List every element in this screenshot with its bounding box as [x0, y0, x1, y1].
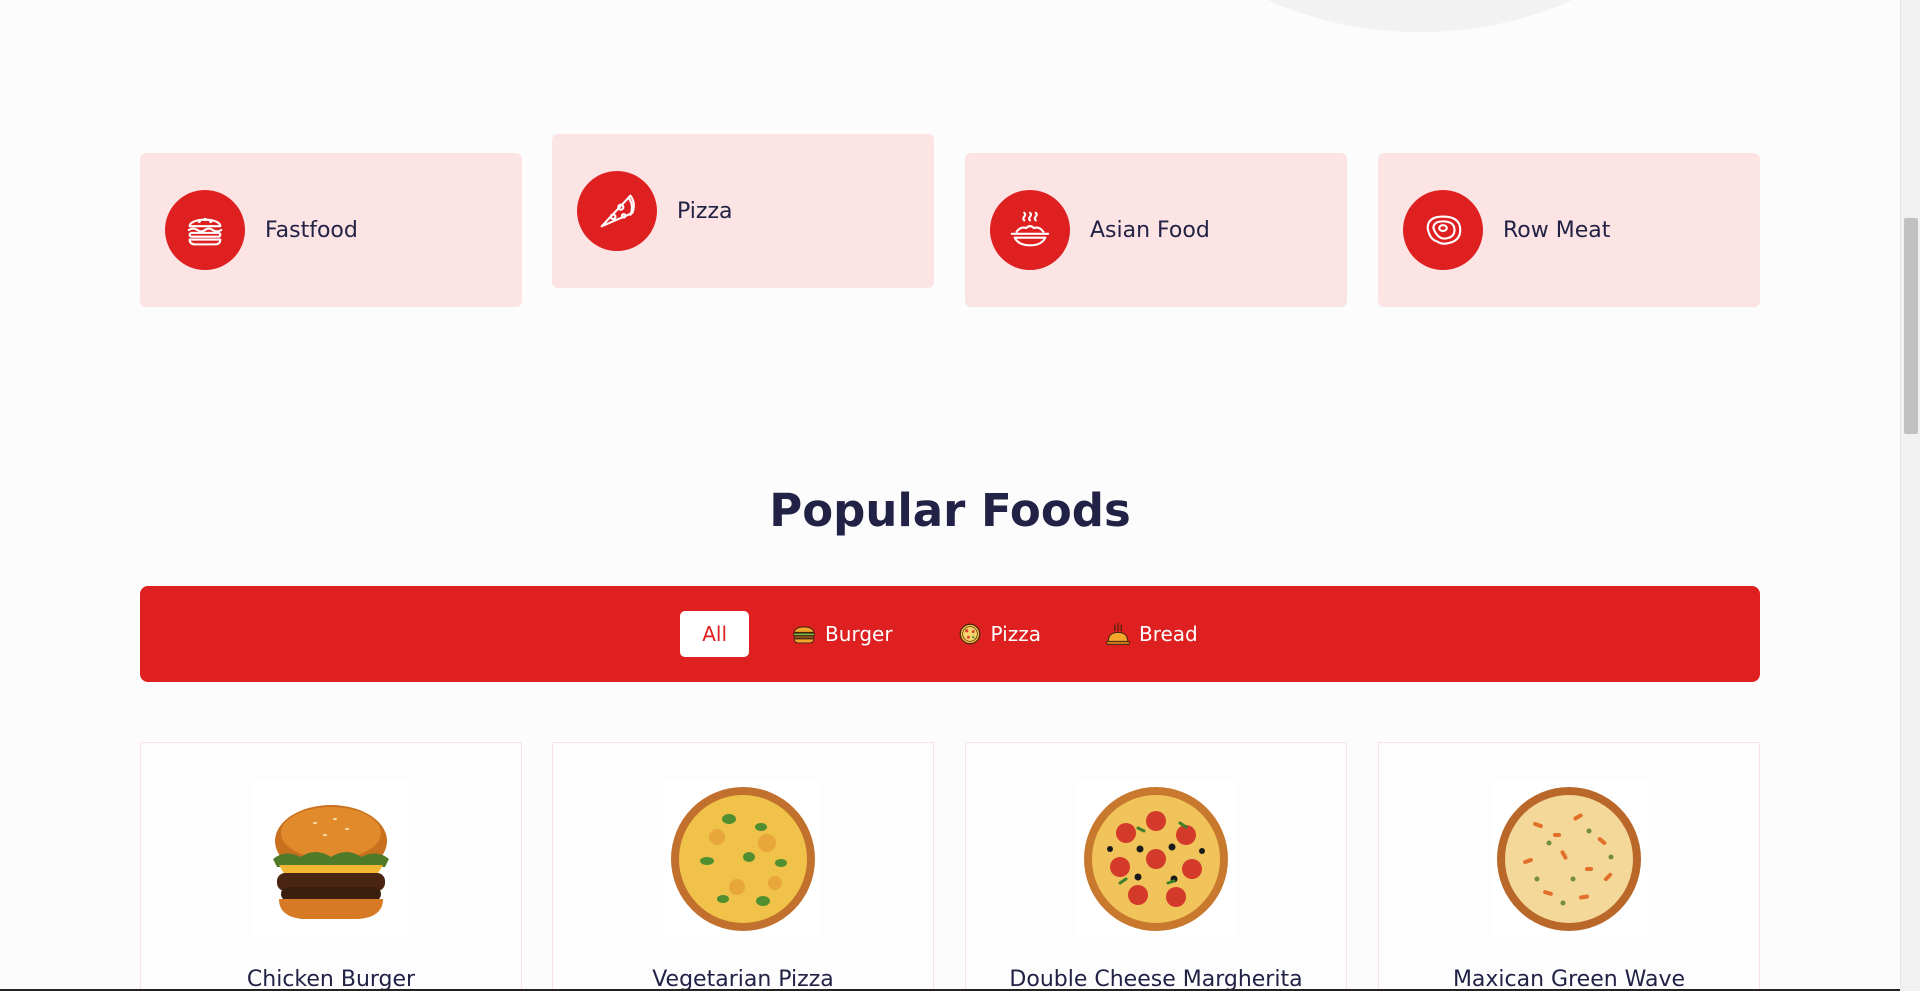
burger-image — [273, 805, 389, 919]
steak-icon — [1403, 190, 1483, 270]
vegetarian-pizza-image — [671, 787, 815, 931]
category-label: Fastfood — [265, 217, 358, 243]
filter-burger-button[interactable]: Burger — [769, 611, 915, 657]
product-name[interactable]: Vegetarian Pizza — [553, 967, 933, 991]
product-name[interactable]: Chicken Burger — [141, 967, 521, 991]
maxican-green-wave-image — [1497, 787, 1641, 931]
category-card-pizza[interactable]: Pizza — [552, 134, 934, 288]
category-label: Row Meat — [1503, 217, 1611, 243]
filter-label: All — [702, 622, 728, 646]
product-name[interactable]: Maxican Green Wave — [1379, 967, 1759, 991]
category-card-asian-food[interactable]: Asian Food — [965, 153, 1347, 307]
product-image[interactable] — [665, 781, 821, 937]
category-card-fastfood[interactable]: Fastfood — [140, 153, 522, 307]
pizza-slice-icon — [577, 171, 657, 251]
category-list: Fastfood Pizza Asian Food Row Meat — [140, 134, 1760, 308]
burger-icon — [165, 190, 245, 270]
product-card[interactable]: Vegetarian Pizza — [552, 742, 934, 991]
food-filter-bar: All Burger Pizza Bread — [140, 586, 1760, 682]
product-card[interactable]: Maxican Green Wave — [1378, 742, 1760, 991]
filter-bread-button[interactable]: Bread — [1083, 611, 1220, 657]
category-label: Pizza — [677, 198, 733, 224]
filter-all-button[interactable]: All — [680, 611, 750, 657]
filter-label: Burger — [825, 622, 893, 646]
bread-icon — [1106, 622, 1130, 645]
filter-pizza-button[interactable]: Pizza — [935, 611, 1063, 657]
category-label: Asian Food — [1090, 217, 1210, 243]
product-card[interactable]: Double Cheese Margherita — [965, 742, 1347, 991]
filter-label: Pizza — [990, 622, 1041, 646]
noodle-bowl-icon — [990, 190, 1070, 270]
section-title: Popular Foods — [769, 484, 1131, 537]
burger-icon — [793, 626, 816, 644]
pizza-icon — [959, 623, 980, 645]
category-card-row-meat[interactable]: Row Meat — [1378, 153, 1760, 307]
product-image[interactable] — [1491, 781, 1647, 937]
product-name[interactable]: Double Cheese Margherita — [966, 967, 1346, 991]
double-cheese-margherita-image — [1084, 787, 1228, 931]
hero-background-arc — [1130, 0, 1710, 32]
product-image[interactable] — [253, 781, 409, 937]
page-scrollbar[interactable] — [1900, 0, 1920, 991]
product-image[interactable] — [1078, 781, 1234, 937]
filter-label: Bread — [1138, 622, 1198, 646]
product-card[interactable]: Chicken Burger — [140, 742, 522, 991]
product-list: Chicken Burger Vegetarian Pizza Double C… — [140, 742, 1760, 991]
scrollbar-thumb[interactable] — [1904, 218, 1918, 434]
